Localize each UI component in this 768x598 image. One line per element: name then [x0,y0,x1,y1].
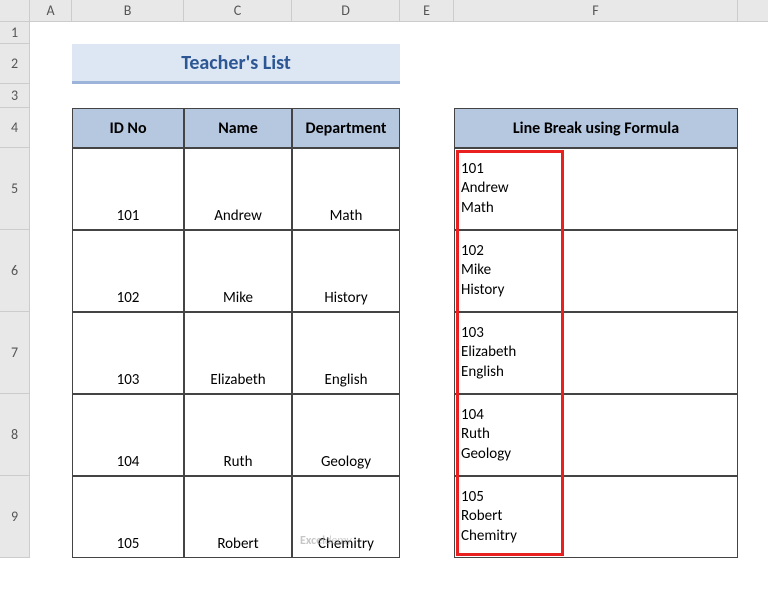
cell-formula-1[interactable]: 102 Mike History [454,230,738,312]
column-header-D[interactable]: D [292,0,400,21]
cell-id-0[interactable]: 101 [72,148,184,230]
column-header-B[interactable]: B [72,0,184,21]
cell-formula-2[interactable]: 103 Elizabeth English [454,312,738,394]
column-header-C[interactable]: C [184,0,292,21]
cell-dept-2[interactable]: English [292,312,400,394]
row-header-7[interactable]: 7 [0,312,30,394]
row-header-6[interactable]: 6 [0,230,30,312]
row-header-1[interactable]: 1 [0,22,30,44]
cell-formula-0[interactable]: 101 Andrew Math [454,148,738,230]
header-formula[interactable]: Line Break using Formula [454,108,738,148]
row-header-3[interactable]: 3 [0,84,30,108]
row-header-8[interactable]: 8 [0,394,30,476]
column-header-A[interactable]: A [30,0,72,21]
cell-id-2[interactable]: 103 [72,312,184,394]
cell-formula-4[interactable]: 105 Robert Chemitry [454,476,738,558]
row-header-9[interactable]: 9 [0,476,30,558]
row-header-2[interactable]: 2 [0,44,30,84]
cell-dept-3[interactable]: Geology [292,394,400,476]
header-dept[interactable]: Department [292,108,400,148]
title-cell[interactable]: Teacher's List [72,44,400,84]
row-header-5[interactable]: 5 [0,148,30,230]
header-id[interactable]: ID No [72,108,184,148]
row-headers-col: 123456789 [0,22,30,558]
cell-dept-1[interactable]: History [292,230,400,312]
header-name[interactable]: Name [184,108,292,148]
column-header-F[interactable]: F [454,0,738,21]
cell-id-1[interactable]: 102 [72,230,184,312]
select-all-corner[interactable] [0,0,30,21]
cell-formula-3[interactable]: 104 Ruth Geology [454,394,738,476]
cell-dept-4[interactable]: Chemitry [292,476,400,558]
row-header-4[interactable]: 4 [0,108,30,148]
column-headers-row: ABCDEF [0,0,768,22]
cell-name-0[interactable]: Andrew [184,148,292,230]
cell-dept-0[interactable]: Math [292,148,400,230]
cell-name-1[interactable]: Mike [184,230,292,312]
spreadsheet: ABCDEF 123456789 Teacher's ListID NoName… [0,0,768,22]
cell-name-4[interactable]: Robert [184,476,292,558]
cell-name-3[interactable]: Ruth [184,394,292,476]
cell-name-2[interactable]: Elizabeth [184,312,292,394]
column-header-E[interactable]: E [400,0,454,21]
cell-id-4[interactable]: 105 [72,476,184,558]
cell-id-3[interactable]: 104 [72,394,184,476]
